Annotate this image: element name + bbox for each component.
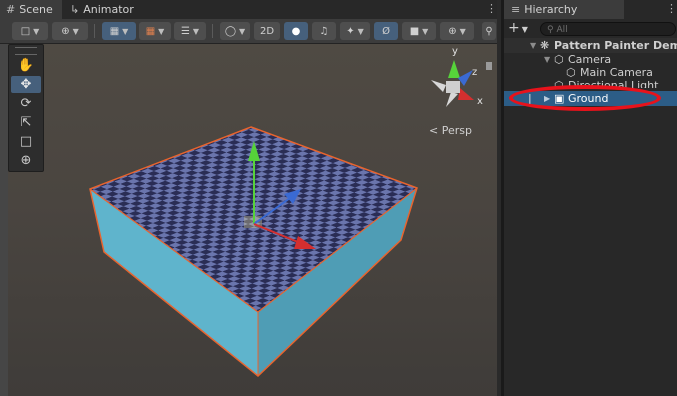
tools-overlay-grip[interactable] (15, 47, 37, 55)
orientation-gizmo-y-cone[interactable] (448, 60, 460, 78)
rect-tool-icon[interactable]: □ (11, 133, 41, 150)
orientation-gizmo-z-cone[interactable] (458, 70, 473, 86)
scene-row-label: Pattern Painter Demo (554, 39, 677, 52)
add-button[interactable]: + ▼ (508, 20, 528, 36)
search-placeholder: All (556, 25, 568, 35)
hierarchy-menu-icon[interactable]: ⋮ (666, 2, 677, 15)
hierarchy-toolbar: + ▼ ⚲ All (504, 19, 677, 38)
orientation-gizmo-neg-y-cone[interactable] (446, 92, 458, 107)
move-tool-icon[interactable]: ✥ (11, 76, 41, 93)
hand-tool-icon[interactable]: ✋ (11, 57, 41, 74)
tools-overlay: ✋ ✥ ⟳ ⇱ □ ⊕ (8, 44, 44, 172)
tab-hierarchy[interactable]: ≡ Hierarchy (504, 0, 624, 19)
gizmo-label-z: z (472, 67, 478, 78)
tab-hierarchy-label: Hierarchy (524, 3, 578, 16)
orientation-gizmo-center[interactable] (446, 81, 460, 93)
chevron-down-icon: ▼ (521, 25, 528, 34)
gizmo-label-y: y (452, 46, 458, 57)
orientation-gizmo-neg-x-cone[interactable] (431, 80, 446, 92)
hierarchy-search-input[interactable]: ⚲ All (540, 22, 676, 36)
list-icon: ≡ (511, 3, 521, 16)
scene-row[interactable]: ▼ ❋ Pattern Painter Demo (504, 38, 677, 53)
hierarchy-panel: ≡ Hierarchy ⋮ + ▼ ⚲ All ▼ ❋ Pattern Painte… (501, 0, 677, 396)
rotate-tool-icon[interactable]: ⟳ (11, 95, 41, 112)
lock-icon[interactable] (486, 62, 492, 70)
scene-panel: # Scene ↳ Animator ⋮ □ ▼ ⊕ ▼ ▦ ▼ ▦ ▼ ☰ ▼ ◯ ▼ 2D … (0, 0, 497, 396)
add-label: + (508, 20, 520, 36)
scale-tool-icon[interactable]: ⇱ (11, 114, 41, 131)
unity-scene-icon: ❋ (540, 39, 550, 52)
gizmo-label-x: x (477, 96, 483, 107)
orientation-gizmo-x-cone[interactable] (458, 88, 474, 100)
highlight-ellipse (509, 85, 661, 111)
expand-arrow-icon[interactable]: ▼ (530, 38, 536, 53)
projection-toggle[interactable]: < Persp (429, 124, 472, 137)
transform-tool-icon[interactable]: ⊕ (11, 152, 41, 169)
scene-3d-view (89, 60, 492, 377)
